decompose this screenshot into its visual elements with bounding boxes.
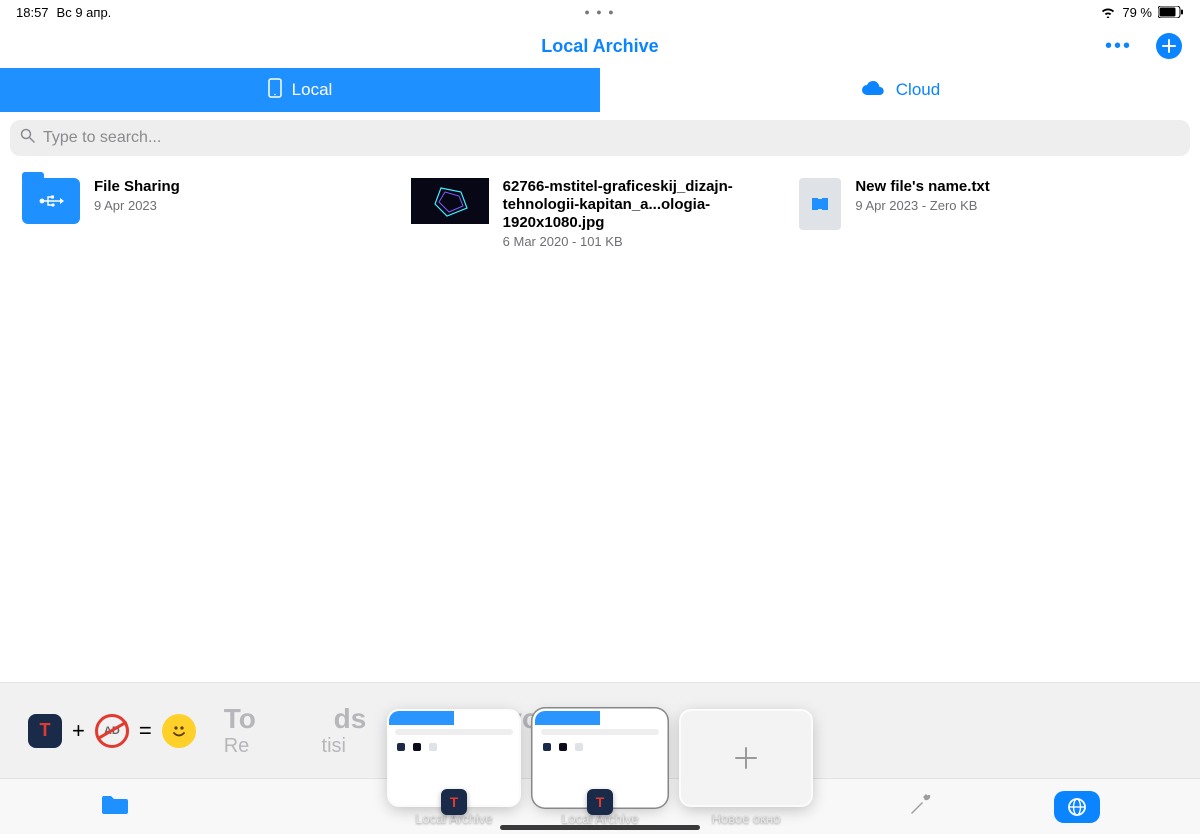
document-icon (799, 178, 841, 230)
battery-icon (1158, 6, 1184, 18)
tab-cloud[interactable]: Cloud (600, 68, 1200, 112)
tab-cloud-label: Cloud (896, 80, 940, 100)
status-left: 18:57 Вс 9 апр. (16, 5, 111, 20)
more-button[interactable]: ••• (1105, 35, 1132, 58)
file-name: 62766-mstitel-graficeskij_dizajn-tehnolo… (503, 178, 790, 232)
switcher-label: Новое окно (712, 811, 781, 826)
search-input[interactable]: Type to search... (10, 120, 1190, 156)
file-name: New file's name.txt (855, 178, 989, 196)
status-time: 18:57 (16, 5, 49, 20)
app-logo-icon: T (441, 789, 467, 815)
ad-equation: T + AD = (28, 714, 196, 748)
multitask-dots[interactable]: ● ● ● (584, 7, 615, 17)
file-name: File Sharing (94, 178, 180, 196)
switcher-card[interactable]: T Local Archive (535, 711, 665, 826)
switcher-card[interactable]: T Local Archive (389, 711, 519, 826)
add-button[interactable] (1156, 33, 1182, 59)
smile-icon (162, 714, 196, 748)
app-logo-icon: T (587, 789, 613, 815)
file-grid: File Sharing 9 Apr 2023 62766-mstitel-gr… (0, 164, 1200, 263)
plus-sign: + (72, 718, 85, 744)
storage-tabs: Local Cloud (0, 68, 1200, 112)
status-bar: 18:57 Вс 9 апр. ● ● ● 79 % (0, 0, 1200, 24)
file-item-image[interactable]: 62766-mstitel-graficeskij_dizajn-tehnolo… (411, 178, 790, 249)
switcher-thumbnail-new (681, 711, 811, 805)
file-item-folder[interactable]: File Sharing 9 Apr 2023 (22, 178, 401, 249)
tab-local-label: Local (292, 80, 333, 100)
status-date: Вс 9 апр. (57, 5, 112, 20)
no-ads-icon: AD (95, 714, 129, 748)
home-indicator[interactable] (500, 825, 700, 830)
image-thumbnail (411, 178, 489, 224)
file-item-doc[interactable]: New file's name.txt 9 Apr 2023 - Zero KB (799, 178, 1178, 249)
tab-browser[interactable] (1054, 791, 1100, 823)
tab-local[interactable]: Local (0, 68, 600, 112)
phone-icon (268, 78, 282, 103)
search-placeholder: Type to search... (43, 129, 161, 147)
cloud-icon (860, 79, 886, 102)
folder-icon (22, 178, 80, 224)
file-sub: 6 Mar 2020 - 101 KB (503, 234, 790, 249)
search-wrap: Type to search... (0, 112, 1200, 164)
app-logo-icon: T (28, 714, 62, 748)
app-switcher: T Local Archive T Local Archive Новое ок… (389, 711, 811, 826)
battery-percent: 79 % (1122, 5, 1152, 20)
file-sub: 9 Apr 2023 - Zero KB (855, 198, 989, 213)
nav-header: Local Archive ••• (0, 24, 1200, 68)
tab-settings[interactable] (908, 791, 934, 822)
page-title: Local Archive (541, 36, 658, 57)
wifi-icon (1100, 6, 1116, 18)
switcher-new-window[interactable]: Новое окно (681, 711, 811, 826)
equals-sign: = (139, 718, 152, 744)
status-right: 79 % (1100, 5, 1184, 20)
search-icon (20, 128, 35, 148)
tab-files[interactable] (100, 792, 130, 821)
file-sub: 9 Apr 2023 (94, 198, 180, 213)
